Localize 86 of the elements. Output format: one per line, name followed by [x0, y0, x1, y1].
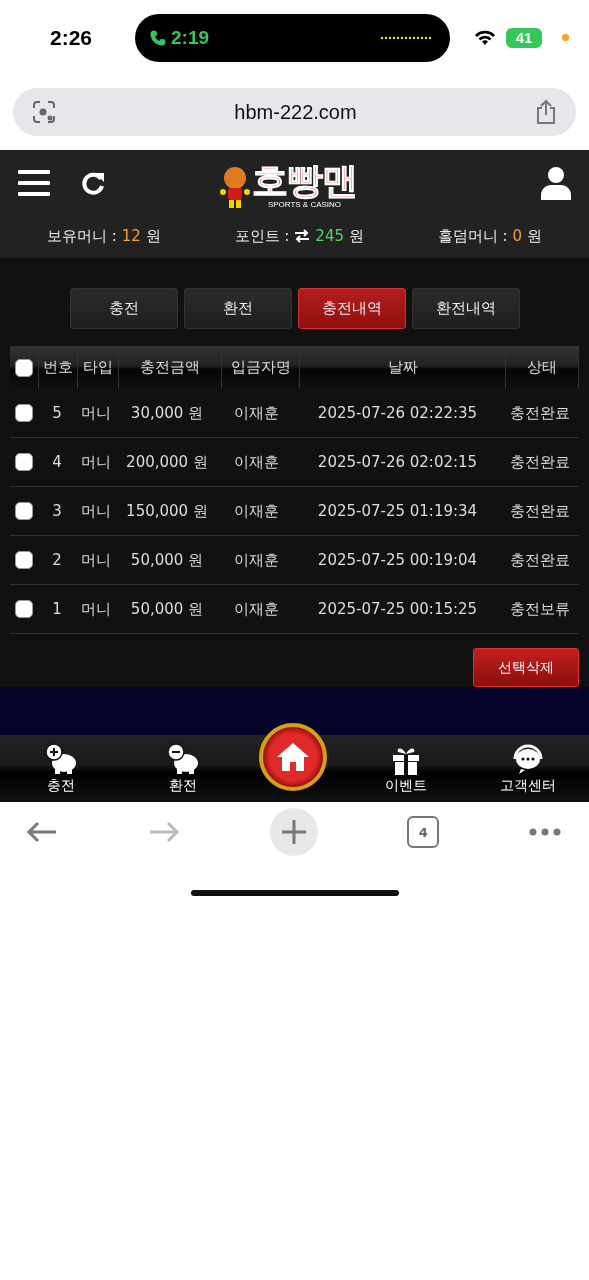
piggy-bank-plus-icon — [43, 742, 78, 775]
table-cell-text: 5 — [51, 404, 63, 422]
tab[interactable]: 환전 — [183, 288, 292, 329]
table-cell-text: 충전완료 — [508, 550, 571, 570]
wifi-icon — [474, 29, 496, 46]
table-cell-text: 1 — [51, 600, 63, 618]
column-header: 타입 — [78, 346, 119, 389]
currency-unit: 원 — [349, 226, 364, 246]
table-cell-text: 머니 — [80, 599, 112, 619]
column-header: 번호 — [39, 346, 78, 389]
logo-subtitle: SPORTS & CASINO — [267, 200, 342, 210]
currency-unit: 원 — [527, 226, 543, 246]
currency-unit: 원 — [145, 226, 161, 246]
tab-count-button[interactable]: 4 — [407, 816, 440, 848]
address-bar[interactable]: hbm-222.com — [13, 88, 576, 136]
menu-icon[interactable] — [18, 169, 50, 197]
balance-value: 12 — [121, 227, 141, 245]
table-cell-text: 이재훈 — [233, 550, 280, 570]
table-cell-text: 머니 — [80, 452, 112, 472]
table-cell-text: 2 — [51, 551, 63, 569]
url-text: hbm-222.com — [234, 100, 357, 124]
table-cell-text: 충전보류 — [508, 599, 571, 619]
nav-item[interactable]: 환전 — [137, 742, 228, 795]
column-header: 충전금액 — [119, 346, 222, 389]
nav-item[interactable]: 이벤트 — [361, 742, 452, 795]
balance-label: 보유머니 : — [46, 226, 117, 246]
table-cell-text: 머니 — [80, 403, 112, 423]
battery-level: 41 — [515, 29, 533, 46]
user-icon[interactable] — [541, 166, 571, 200]
table-cell-text: 50,000 원 — [129, 599, 205, 619]
audio-wave-icon — [380, 35, 432, 40]
back-arrow-icon[interactable] — [26, 820, 58, 844]
table-cell-text: 이재훈 — [233, 501, 280, 521]
table-cell-text: 이재훈 — [233, 452, 280, 472]
table-cell-text: 2025-07-26 02:22:35 — [316, 404, 479, 422]
refresh-icon[interactable] — [80, 170, 106, 196]
table-cell-text: 2025-07-26 02:02:15 — [316, 453, 479, 471]
table-cell-text: 이재훈 — [233, 599, 280, 619]
share-icon[interactable] — [534, 99, 558, 125]
table-cell-text: 2025-07-25 00:15:25 — [316, 600, 479, 618]
table-cell-text: 이재훈 — [233, 403, 280, 423]
privacy-dot — [562, 34, 569, 41]
tab[interactable]: 충전 — [69, 288, 178, 329]
lens-icon[interactable] — [31, 99, 57, 125]
column-header: 입금자명 — [222, 346, 300, 389]
checkbox[interactable] — [15, 404, 33, 422]
piggy-bank-minus-icon — [165, 742, 200, 775]
clock-time: 2:26 — [50, 25, 94, 50]
nav-item[interactable]: 고객센터 — [483, 742, 574, 795]
table-cell-text: 충전완료 — [508, 452, 571, 472]
figure-icon — [220, 166, 250, 210]
table-cell-text: 3 — [51, 502, 63, 520]
checkbox[interactable] — [15, 453, 33, 471]
new-tab-button[interactable] — [269, 808, 318, 856]
column-header: 날짜 — [300, 346, 506, 389]
checkbox[interactable] — [15, 358, 33, 377]
tab[interactable]: 환전내역 — [411, 288, 520, 329]
table-cell-text: 머니 — [80, 550, 112, 570]
table-cell-text: 2025-07-25 00:19:04 — [316, 551, 479, 569]
table-cell-text: 충전완료 — [508, 501, 571, 521]
table-cell-text: 충전완료 — [508, 403, 571, 423]
table-cell-text: 200,000 원 — [125, 452, 209, 472]
table-cell-text: 30,000 원 — [129, 403, 205, 423]
tab[interactable]: 충전내역 — [297, 288, 406, 329]
table-cell-text: 머니 — [80, 501, 112, 521]
balance-label: 홀덤머니 : — [437, 226, 508, 246]
nav-item[interactable]: 충전 — [15, 742, 106, 795]
table-cell-text: 4 — [51, 453, 63, 471]
call-timer: 2:19 — [171, 26, 211, 49]
checkbox[interactable] — [15, 551, 33, 569]
checkbox[interactable] — [15, 502, 33, 520]
delete-button[interactable]: 선택삭제 — [473, 648, 579, 687]
exchange-icon — [294, 229, 311, 243]
table-cell-text: 2025-07-25 01:19:34 — [316, 502, 479, 520]
checkbox[interactable] — [15, 600, 33, 618]
phone-icon — [149, 28, 167, 47]
table-cell-text: 50,000 원 — [129, 550, 205, 570]
plus-icon — [280, 819, 307, 845]
column-header: 상태 — [506, 346, 579, 389]
table-cell-text: 150,000 원 — [125, 501, 209, 521]
more-icon[interactable] — [529, 828, 561, 836]
balance-label: 포인트 : — [234, 226, 290, 246]
logo-text: 호빵맨 — [252, 162, 357, 200]
home-icon — [276, 742, 311, 772]
balance-value: 0 — [512, 227, 523, 245]
balance-value: 245 — [315, 227, 344, 245]
